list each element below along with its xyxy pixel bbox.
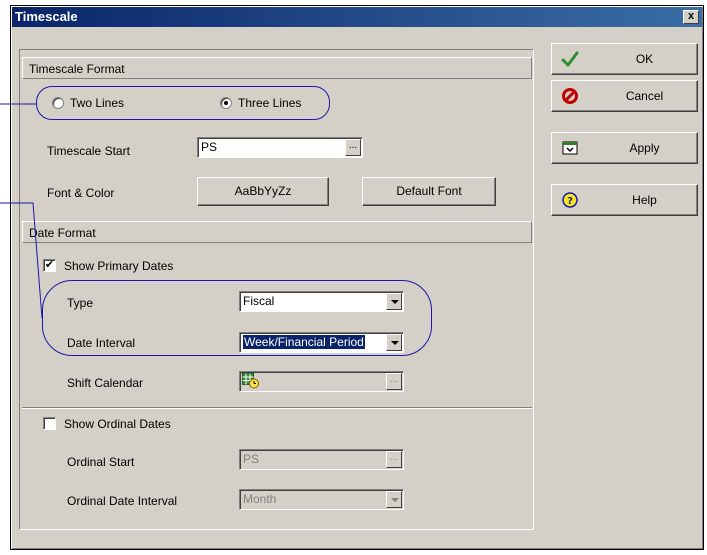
annotation-leader-lines <box>0 103 43 319</box>
